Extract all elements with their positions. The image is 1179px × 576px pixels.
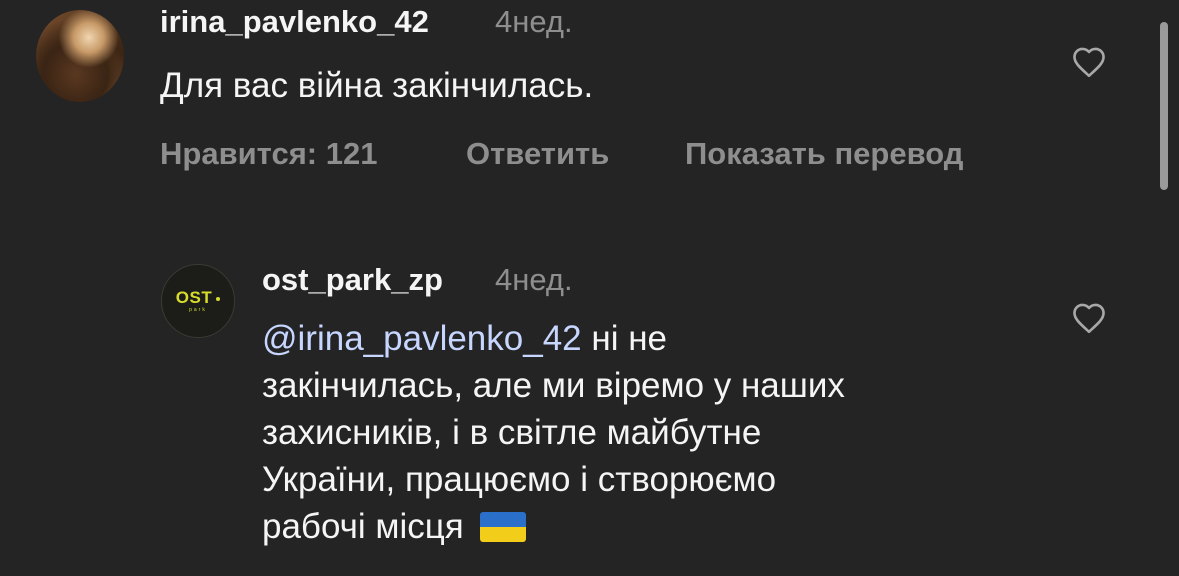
mention-link[interactable]: @irina_pavlenko_42	[262, 319, 582, 358]
reply-line-4: України, працюємо і створюємо	[262, 460, 777, 499]
logo-subtext: park	[189, 307, 207, 313]
reply-line-2: закінчилась, але ми віремо у наших	[262, 366, 845, 405]
like-heart-icon[interactable]	[1071, 46, 1107, 78]
comment-username[interactable]: irina_pavlenko_42	[160, 4, 429, 40]
likes-count[interactable]: Нравится: 121	[160, 136, 377, 172]
reply-line-1: @irina_pavlenko_42 ні не	[262, 319, 667, 358]
reply-text: @irina_pavlenko_42 ні не закінчилась, ал…	[262, 315, 845, 550]
reply-button[interactable]: Ответить	[466, 136, 609, 172]
comment-time: 4нед.	[495, 4, 573, 39]
translate-button[interactable]: Показать перевод	[685, 136, 963, 172]
avatar-irina[interactable]	[36, 10, 124, 102]
reply-time: 4нед.	[495, 262, 573, 297]
reply-like-heart-icon[interactable]	[1071, 302, 1107, 334]
scrollbar[interactable]	[1160, 22, 1168, 190]
ukraine-flag-icon	[479, 512, 526, 542]
reply-line-5: рабочі місця	[262, 503, 845, 550]
logo-text: OST	[176, 289, 221, 306]
reply-username[interactable]: ost_park_zp	[262, 262, 443, 298]
comment-text: Для вас війна закінчилась.	[160, 66, 594, 105]
reply-line-3: захисників, і в світле майбутне	[262, 413, 762, 452]
avatar-ost-park[interactable]: OST park	[161, 264, 235, 338]
